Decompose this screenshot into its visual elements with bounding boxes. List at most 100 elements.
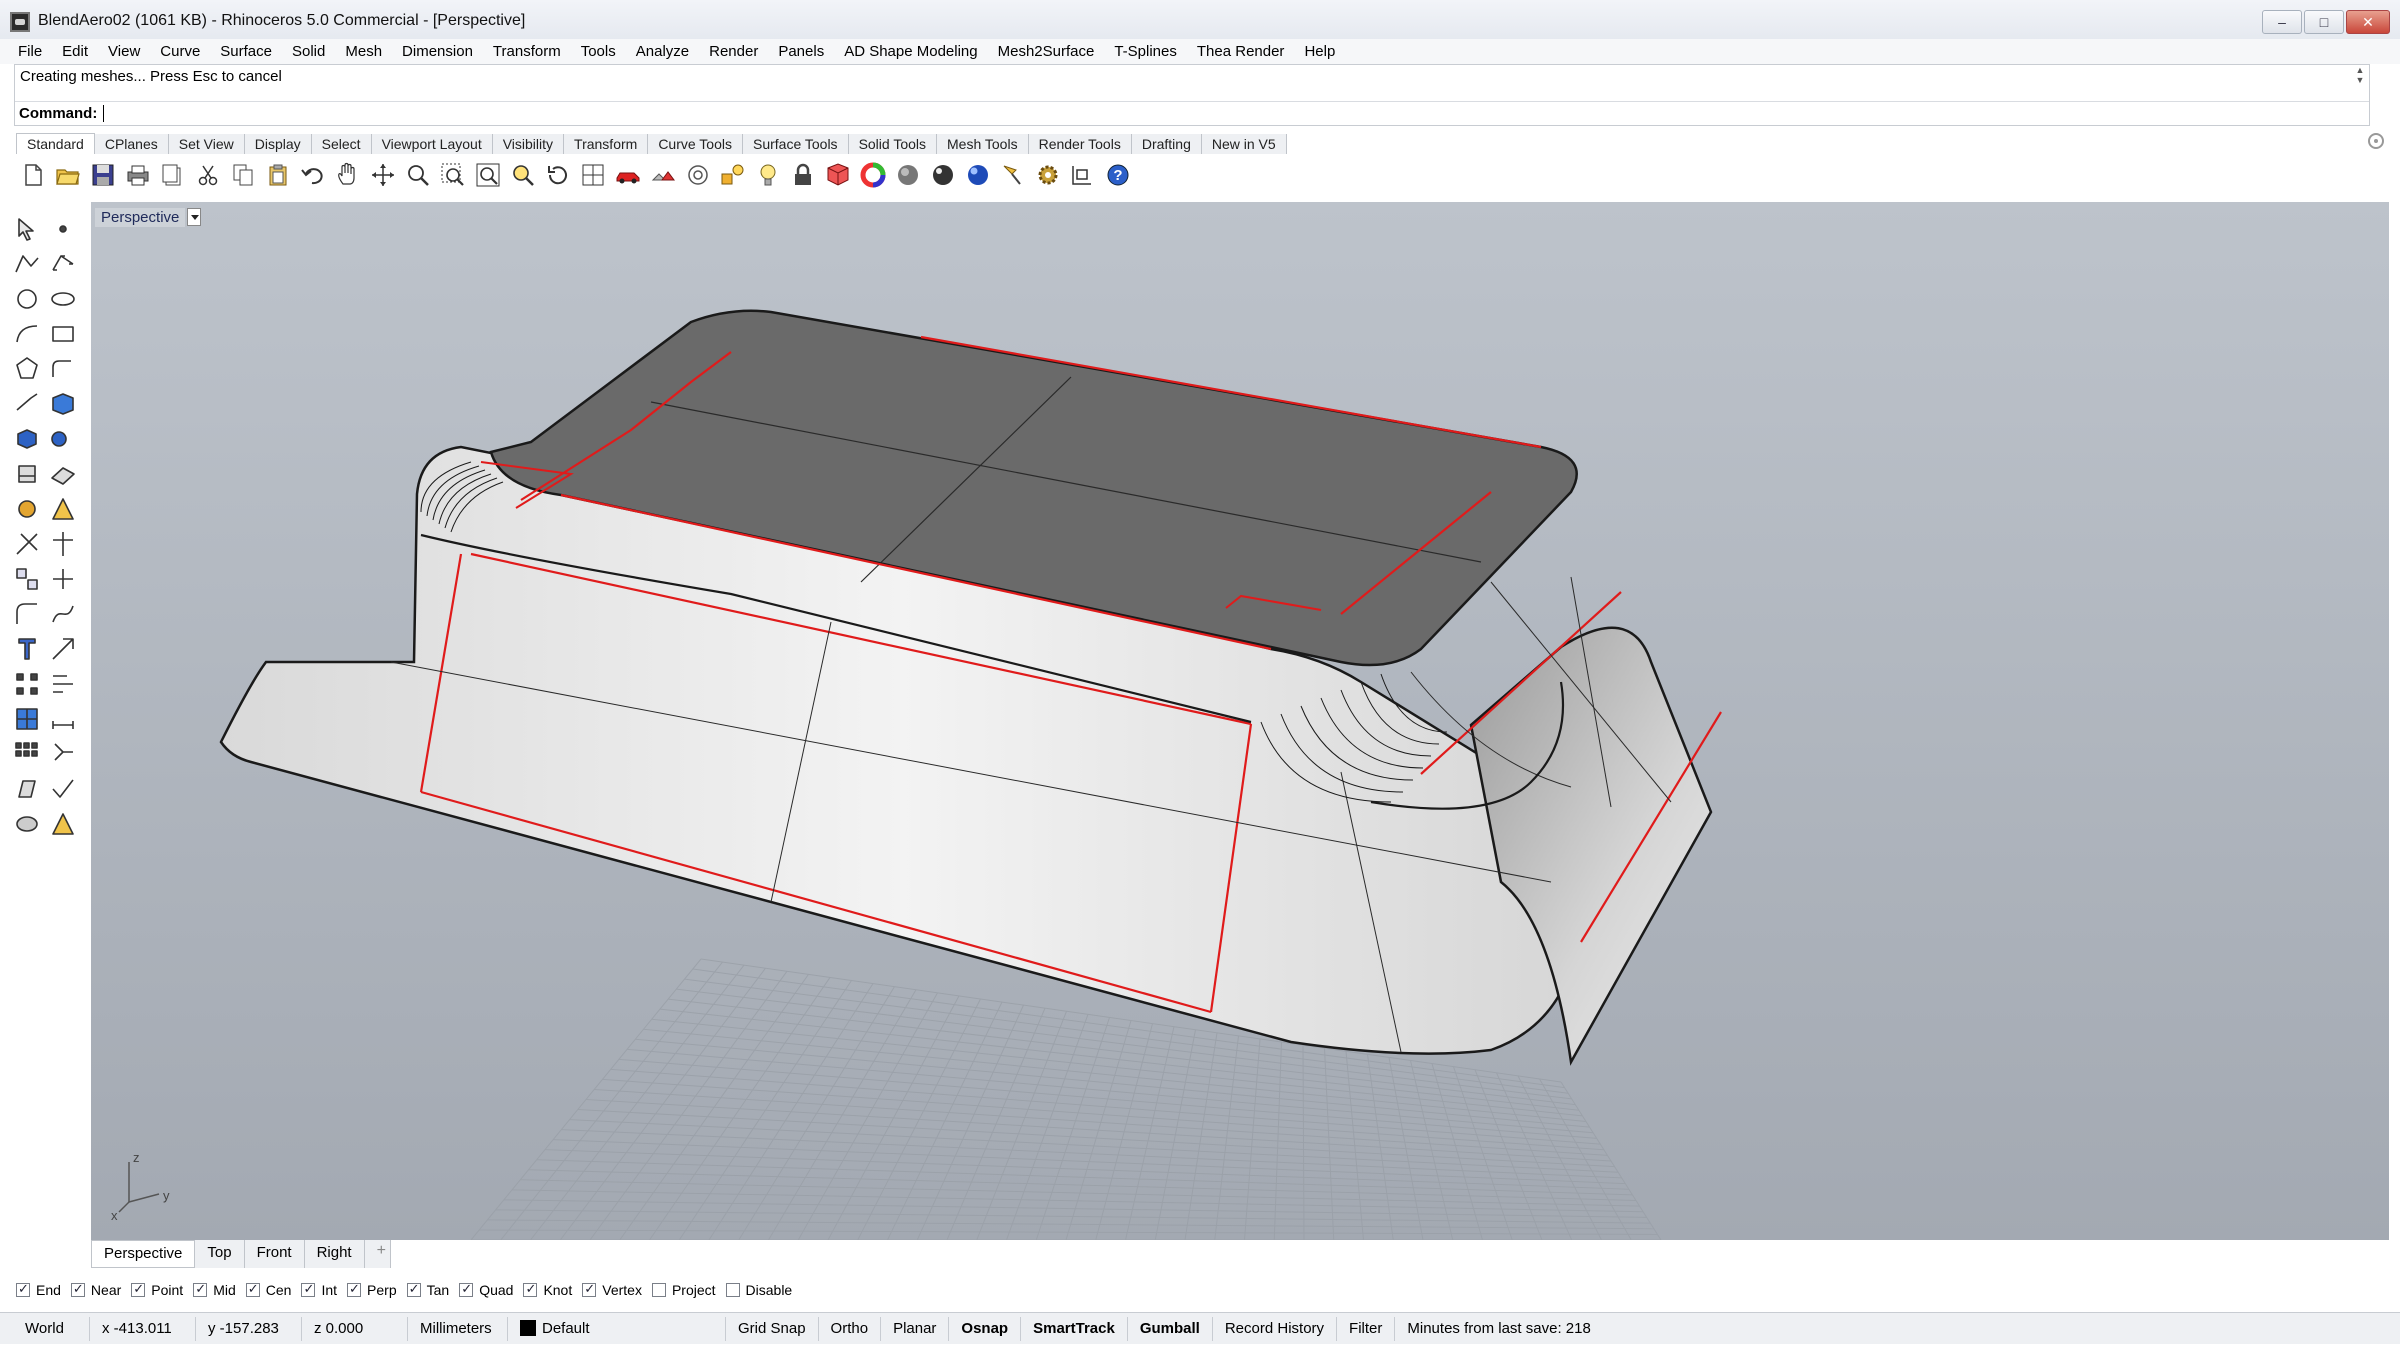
trim-icon[interactable] xyxy=(10,527,44,561)
pan-hand-icon[interactable] xyxy=(331,158,365,192)
osnap-project[interactable]: Project xyxy=(651,1282,716,1298)
osnap-toggle[interactable]: Osnap xyxy=(949,1316,1022,1341)
gear-solid-icon[interactable] xyxy=(10,492,44,526)
dimension-tool-icon[interactable] xyxy=(46,702,80,736)
mesh-icon[interactable] xyxy=(10,702,44,736)
grid-snap-toggle[interactable]: Grid Snap xyxy=(726,1316,819,1341)
tab-transform[interactable]: Transform xyxy=(564,134,649,154)
maximize-button[interactable]: □ xyxy=(2304,10,2344,34)
add-viewport-tab-button[interactable]: + xyxy=(364,1240,391,1268)
menu-thea-render[interactable]: Thea Render xyxy=(1197,43,1285,60)
surface-network-icon[interactable] xyxy=(46,387,80,421)
osnap-cen[interactable]: Cen xyxy=(245,1281,291,1298)
ortho-toggle[interactable]: Ortho xyxy=(819,1316,882,1341)
dimension-icon[interactable] xyxy=(1066,158,1100,192)
blend-icon[interactable] xyxy=(46,597,80,631)
split-icon[interactable] xyxy=(46,527,80,561)
ellipse-icon[interactable] xyxy=(46,282,80,316)
tab-set-view[interactable]: Set View xyxy=(168,134,245,154)
fillet-edge-icon[interactable] xyxy=(10,597,44,631)
osnap-tan[interactable]: Tan xyxy=(406,1281,449,1298)
render-tool-icon[interactable] xyxy=(10,807,44,841)
rotate-view-icon[interactable] xyxy=(541,158,575,192)
gumball-toggle[interactable]: Gumball xyxy=(1128,1316,1213,1341)
rhino-app-icon[interactable] xyxy=(10,12,30,32)
rendered-sphere-icon[interactable] xyxy=(926,158,960,192)
tab-right[interactable]: Right xyxy=(304,1240,365,1268)
circle-icon[interactable] xyxy=(10,282,44,316)
curve-fillet-icon[interactable] xyxy=(46,352,80,386)
osnap-near-checkbox[interactable] xyxy=(70,1281,85,1297)
options-icon[interactable] xyxy=(646,158,680,192)
tab-solid-tools[interactable]: Solid Tools xyxy=(848,134,938,154)
osnap-project-checkbox[interactable] xyxy=(651,1283,666,1297)
zoom-selected-icon[interactable] xyxy=(506,158,540,192)
scale-icon[interactable] xyxy=(46,632,80,666)
menu-analyze[interactable]: Analyze xyxy=(636,43,689,60)
menu-solid[interactable]: Solid xyxy=(292,43,325,60)
shaded-sphere-icon[interactable] xyxy=(891,158,925,192)
osnap-quad[interactable]: Quad xyxy=(459,1281,513,1298)
point-icon[interactable] xyxy=(46,212,80,246)
analyze-icon[interactable] xyxy=(10,772,44,806)
plane-surface-icon[interactable] xyxy=(46,457,80,491)
smarttrack-toggle[interactable]: SmartTrack xyxy=(1021,1316,1128,1341)
color-wheel-icon[interactable] xyxy=(856,158,890,192)
osnap-quad-checkbox[interactable] xyxy=(459,1281,474,1297)
menu-transform[interactable]: Transform xyxy=(493,43,561,60)
osnap-int[interactable]: Int xyxy=(301,1281,337,1298)
menu-tools[interactable]: Tools xyxy=(581,43,616,60)
menu-surface[interactable]: Surface xyxy=(220,43,272,60)
zoom-extents-icon[interactable] xyxy=(471,158,505,192)
close-button[interactable]: ✕ xyxy=(2346,10,2390,34)
tab-surface-tools[interactable]: Surface Tools xyxy=(742,134,849,154)
extend-icon[interactable] xyxy=(10,387,44,421)
planar-toggle[interactable]: Planar xyxy=(881,1316,950,1341)
osnap-disable-checkbox[interactable] xyxy=(725,1283,740,1297)
perspective-viewport[interactable]: z y x Perspective xyxy=(91,202,2389,1240)
tab-display[interactable]: Display xyxy=(244,134,312,154)
polygon-icon[interactable] xyxy=(10,352,44,386)
light-tool-icon[interactable] xyxy=(46,807,80,841)
osnap-tan-checkbox[interactable] xyxy=(406,1281,421,1297)
osnap-perp[interactable]: Perp xyxy=(347,1281,397,1298)
osnap-mid[interactable]: Mid xyxy=(193,1281,236,1298)
tab-select[interactable]: Select xyxy=(311,134,372,154)
tab-drafting[interactable]: Drafting xyxy=(1131,134,1202,154)
minimize-button[interactable]: – xyxy=(2262,10,2302,34)
tab-perspective[interactable]: Perspective xyxy=(91,1240,196,1268)
group-icon[interactable] xyxy=(10,562,44,596)
move-view-icon[interactable] xyxy=(366,158,400,192)
box-solid-icon[interactable] xyxy=(10,422,44,456)
toolbar-options-gear-icon[interactable] xyxy=(2368,133,2384,149)
menu-curve[interactable]: Curve xyxy=(160,43,200,60)
osnap-end-checkbox[interactable] xyxy=(16,1281,30,1297)
tab-visibility[interactable]: Visibility xyxy=(492,134,565,154)
layer-indicator[interactable]: Default xyxy=(508,1316,726,1341)
3d-model[interactable] xyxy=(219,309,1722,1066)
menu-ad-shape-modeling[interactable]: AD Shape Modeling xyxy=(844,43,977,60)
select-arrow-icon[interactable] xyxy=(10,212,44,246)
copy-icon[interactable] xyxy=(226,158,260,192)
target-icon[interactable] xyxy=(681,158,715,192)
menu-render[interactable]: Render xyxy=(709,43,758,60)
tab-cplanes[interactable]: CPlanes xyxy=(94,134,169,154)
menu-file[interactable]: File xyxy=(18,43,42,60)
tab-front[interactable]: Front xyxy=(244,1240,305,1268)
osnap-point[interactable]: Point xyxy=(131,1281,183,1298)
cplane-indicator[interactable]: World xyxy=(0,1316,90,1341)
menu-t-splines[interactable]: T-Splines xyxy=(1114,43,1177,60)
object-properties-icon[interactable] xyxy=(821,158,855,192)
light-icon[interactable] xyxy=(751,158,785,192)
command-history-scroll[interactable]: ▲ ▼ xyxy=(2353,65,2367,85)
tab-render-tools[interactable]: Render Tools xyxy=(1028,134,1132,154)
osnap-int-checkbox[interactable] xyxy=(301,1281,316,1297)
tab-new-in-v5[interactable]: New in V5 xyxy=(1201,134,1287,154)
new-file-icon[interactable] xyxy=(16,158,50,192)
osnap-vertex-checkbox[interactable] xyxy=(582,1281,597,1297)
osnap-vertex[interactable]: Vertex xyxy=(582,1281,642,1298)
render-sphere-blue-icon[interactable] xyxy=(961,158,995,192)
undo-icon[interactable] xyxy=(296,158,330,192)
zoom-window-icon[interactable] xyxy=(436,158,470,192)
control-points-icon[interactable] xyxy=(46,247,80,281)
